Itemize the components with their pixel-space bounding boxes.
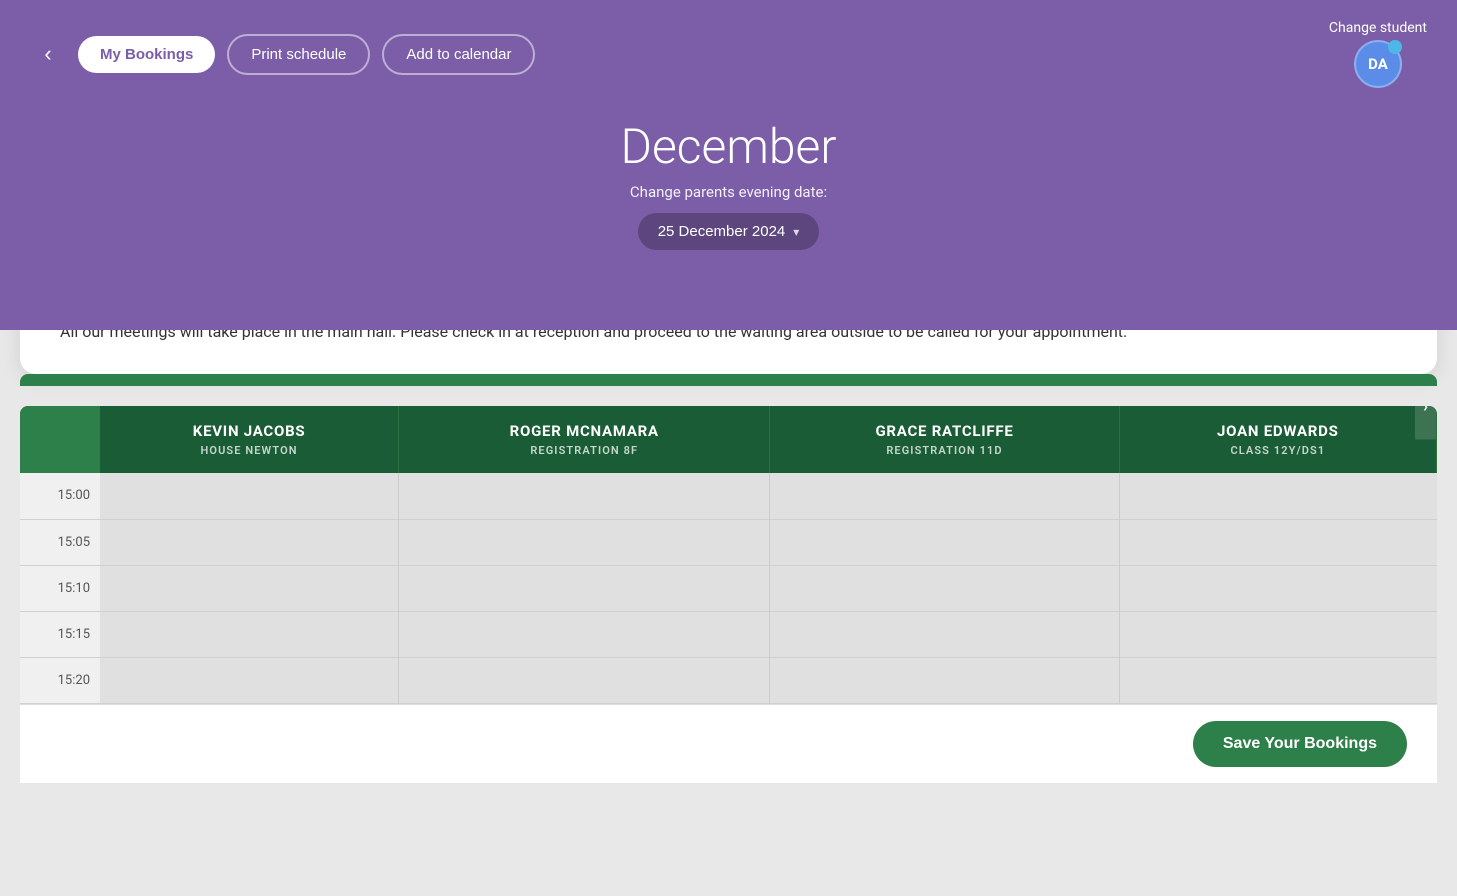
teacher-name-2: GRACE RATCLIFFE (790, 422, 1098, 440)
save-bookings-button[interactable]: Save Your Bookings (1193, 721, 1407, 767)
teacher-header-3: JOAN EDWARDS CLASS 12Y/DS1 › (1119, 406, 1436, 473)
schedule-body: 15:00 15:05 15:10 15:15 15:20 (20, 473, 1437, 703)
time-cell: 15:05 (20, 519, 100, 565)
slot-cell-2-0[interactable] (770, 473, 1119, 519)
avatar-initials: DA (1368, 55, 1388, 73)
top-nav-left: ‹ My Bookings Print schedule Add to cale… (30, 34, 535, 75)
time-cell: 15:15 (20, 611, 100, 657)
teacher-name-1: ROGER MCNAMARA (419, 422, 749, 440)
slot-cell-1-2[interactable] (399, 565, 770, 611)
footer-bar: Save Your Bookings (20, 704, 1437, 783)
time-cell: 15:20 (20, 657, 100, 703)
chevron-down-icon: ▾ (793, 225, 799, 239)
teacher-name-0: KEVIN JACOBS (120, 422, 378, 440)
teacher-name-3: JOAN EDWARDS (1140, 422, 1416, 440)
slot-cell-3-0[interactable] (1119, 473, 1436, 519)
slot-cell-3-1[interactable] (1119, 519, 1436, 565)
header-content: December Change parents evening date: 25… (30, 118, 1427, 250)
header-section: ‹ My Bookings Print schedule Add to cale… (0, 0, 1457, 330)
my-bookings-button[interactable]: My Bookings (78, 36, 215, 73)
time-cell: 15:00 (20, 473, 100, 519)
teacher-header-1: ROGER MCNAMARA REGISTRATION 8F (399, 406, 770, 473)
teacher-sub-1: REGISTRATION 8F (419, 444, 749, 457)
table-row[interactable]: 15:20 (20, 657, 1437, 703)
top-nav: ‹ My Bookings Print schedule Add to cale… (30, 20, 1427, 88)
slot-cell-2-4[interactable] (770, 657, 1119, 703)
page-title: December (30, 118, 1427, 175)
schedule-container: KEVIN JACOBS HOUSE NEWTON ROGER MCNAMARA… (20, 406, 1437, 704)
selected-date-label: 25 December 2024 (658, 223, 786, 240)
slot-cell-0-1[interactable] (100, 519, 399, 565)
schedule-table: KEVIN JACOBS HOUSE NEWTON ROGER MCNAMARA… (20, 406, 1437, 704)
slot-cell-2-1[interactable] (770, 519, 1119, 565)
slot-cell-1-3[interactable] (399, 611, 770, 657)
teacher-header-0: KEVIN JACOBS HOUSE NEWTON (100, 406, 399, 473)
table-row[interactable]: 15:15 (20, 611, 1437, 657)
slot-cell-0-0[interactable] (100, 473, 399, 519)
green-band (20, 374, 1437, 386)
date-subtitle: Change parents evening date: (30, 183, 1427, 201)
slot-cell-1-4[interactable] (399, 657, 770, 703)
scroll-right-icon[interactable]: › (1415, 406, 1436, 440)
teacher-sub-3: CLASS 12Y/DS1 (1140, 444, 1416, 457)
slot-cell-2-2[interactable] (770, 565, 1119, 611)
slot-cell-3-4[interactable] (1119, 657, 1436, 703)
slot-cell-3-2[interactable] (1119, 565, 1436, 611)
slot-cell-2-3[interactable] (770, 611, 1119, 657)
table-row[interactable]: 15:00 (20, 473, 1437, 519)
slot-cell-1-0[interactable] (399, 473, 770, 519)
slot-cell-3-3[interactable] (1119, 611, 1436, 657)
table-row[interactable]: 15:10 (20, 565, 1437, 611)
teacher-sub-2: REGISTRATION 11D (790, 444, 1098, 457)
add-to-calendar-button[interactable]: Add to calendar (382, 34, 535, 75)
schedule-header-row: KEVIN JACOBS HOUSE NEWTON ROGER MCNAMARA… (20, 406, 1437, 473)
slot-cell-0-2[interactable] (100, 565, 399, 611)
date-selector-button[interactable]: 25 December 2024 ▾ (638, 213, 820, 250)
back-button[interactable]: ‹ (30, 36, 66, 72)
change-student-label[interactable]: Change student (1329, 20, 1427, 36)
slot-cell-0-4[interactable] (100, 657, 399, 703)
teacher-header-2: GRACE RATCLIFFE REGISTRATION 11D (770, 406, 1119, 473)
print-schedule-button[interactable]: Print schedule (227, 34, 370, 75)
time-cell: 15:10 (20, 565, 100, 611)
avatar[interactable]: DA (1354, 40, 1402, 88)
avatar-badge (1388, 40, 1402, 54)
slot-cell-1-1[interactable] (399, 519, 770, 565)
teacher-sub-0: HOUSE NEWTON (120, 444, 378, 457)
slot-cell-0-3[interactable] (100, 611, 399, 657)
time-col-header (20, 406, 100, 473)
top-nav-right: Change student DA (1329, 20, 1427, 88)
table-row[interactable]: 15:05 (20, 519, 1437, 565)
